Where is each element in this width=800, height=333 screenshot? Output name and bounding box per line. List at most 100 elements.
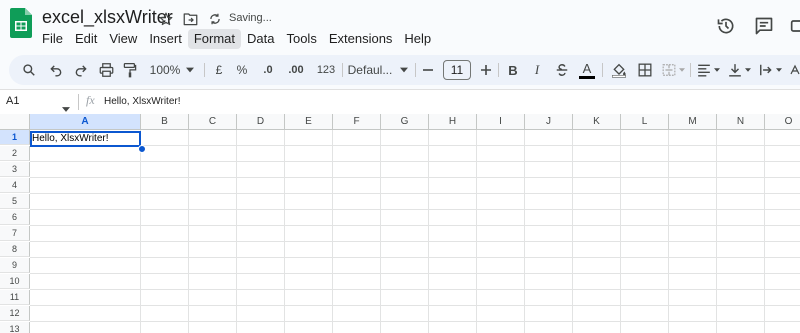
increase-font-size-button[interactable] (477, 55, 495, 85)
column-gridline (188, 130, 189, 333)
text-wrapping-icon[interactable] (756, 55, 784, 85)
row-gridline (30, 321, 800, 322)
menu-tools[interactable]: Tools (280, 29, 322, 49)
name-box[interactable]: A1 (6, 95, 19, 107)
column-header-h[interactable]: H (429, 114, 477, 130)
active-cell-selection[interactable] (30, 131, 141, 147)
more-formats-button[interactable]: 123 (313, 55, 339, 85)
row-gridline (30, 273, 800, 274)
move-to-folder-icon[interactable] (181, 10, 199, 28)
fx-icon: fx (86, 93, 95, 107)
column-header-m[interactable]: M (669, 114, 717, 130)
formula-input[interactable]: Hello, XlsxWriter! (104, 96, 181, 107)
row-header-2[interactable]: 2 (0, 146, 30, 161)
menu-data[interactable]: Data (241, 29, 280, 49)
toolbar-divider (415, 63, 416, 77)
vertical-align-icon[interactable] (725, 55, 753, 85)
fill-color-icon[interactable] (607, 55, 631, 85)
text-color-button[interactable]: A (576, 55, 598, 85)
row-gridline (30, 177, 800, 178)
menu-edit[interactable]: Edit (69, 29, 103, 49)
column-header-i[interactable]: I (477, 114, 525, 130)
row-header-13[interactable]: 13 (0, 322, 30, 333)
percent-format-button[interactable]: % (231, 55, 253, 85)
undo-icon[interactable] (45, 55, 67, 85)
zoom-select[interactable]: 100% (143, 55, 201, 85)
menu-extensions[interactable]: Extensions (323, 29, 399, 49)
column-gridline (140, 130, 141, 333)
menu-help[interactable]: Help (398, 29, 437, 49)
video-call-icon[interactable] (788, 14, 800, 38)
column-header-b[interactable]: B (141, 114, 189, 130)
comment-icon[interactable] (752, 14, 776, 38)
column-gridline (764, 130, 765, 333)
column-header-e[interactable]: E (285, 114, 333, 130)
select-all-corner[interactable] (0, 114, 30, 130)
font-size-input[interactable]: 11 (440, 55, 474, 85)
percent-label: % (236, 63, 248, 77)
row-header-7[interactable]: 7 (0, 226, 30, 241)
increase-decimal-button[interactable]: .00 (282, 55, 310, 85)
text-color-label: A (582, 60, 592, 76)
history-icon[interactable] (714, 14, 738, 38)
column-header-o[interactable]: O (765, 114, 800, 130)
document-title[interactable]: excel_xlsxWriter (42, 7, 173, 28)
bold-button[interactable]: B (503, 55, 523, 85)
row-header-6[interactable]: 6 (0, 210, 30, 225)
column-gridline (332, 130, 333, 333)
chevron-down-icon (400, 67, 409, 73)
text-rotation-icon[interactable] (787, 55, 800, 85)
row-header-12[interactable]: 12 (0, 306, 30, 321)
currency-format-button[interactable]: £ (209, 55, 229, 85)
decrease-font-size-button[interactable] (419, 55, 437, 85)
print-icon[interactable] (95, 55, 117, 85)
column-header-j[interactable]: J (525, 114, 573, 130)
menu-file[interactable]: File (36, 29, 69, 49)
column-gridline (668, 130, 669, 333)
column-gridline (524, 130, 525, 333)
column-header-k[interactable]: K (573, 114, 621, 130)
toolbar-divider (690, 63, 691, 77)
row-header-4[interactable]: 4 (0, 178, 30, 193)
row-header-5[interactable]: 5 (0, 194, 30, 209)
fill-handle[interactable] (138, 145, 146, 153)
star-icon[interactable] (157, 10, 175, 28)
column-header-f[interactable]: F (333, 114, 381, 130)
sync-icon (206, 10, 224, 28)
row-header-1[interactable]: 1 (0, 130, 30, 145)
row-header-9[interactable]: 9 (0, 258, 30, 273)
italic-button[interactable]: I (527, 55, 547, 85)
search-menus-icon[interactable] (17, 55, 41, 85)
bold-label: B (508, 62, 518, 78)
redo-icon[interactable] (70, 55, 92, 85)
chevron-down-icon (775, 68, 782, 72)
column-gridline (476, 130, 477, 333)
strikethrough-icon (556, 64, 568, 76)
column-header-d[interactable]: D (237, 114, 285, 130)
borders-icon[interactable] (634, 55, 656, 85)
row-header-10[interactable]: 10 (0, 274, 30, 289)
horizontal-align-icon[interactable] (694, 55, 722, 85)
menu-bar: File Edit View Insert Format Data Tools Extensi… (36, 29, 437, 49)
column-header-c[interactable]: C (189, 114, 237, 130)
menu-format[interactable]: Format (187, 29, 241, 49)
row-header-11[interactable]: 11 (0, 290, 30, 305)
toolbar: 100% £ % .0 .00 123 Defaul... 11 B I A (9, 55, 800, 85)
paint-format-icon[interactable] (119, 55, 141, 85)
column-header-g[interactable]: G (381, 114, 429, 130)
menu-insert[interactable]: Insert (143, 29, 188, 49)
menu-view[interactable]: View (103, 29, 143, 49)
column-header-l[interactable]: L (621, 114, 669, 130)
strikethrough-button[interactable] (551, 55, 573, 85)
row-header-8[interactable]: 8 (0, 242, 30, 257)
row-header-3[interactable]: 3 (0, 162, 30, 177)
row-gridline (30, 241, 800, 242)
decrease-decimal-button[interactable]: .0 (256, 55, 280, 85)
merge-cells-icon (659, 55, 687, 85)
font-family-value: Defaul... (347, 63, 393, 77)
font-family-select[interactable]: Defaul... (345, 55, 411, 85)
column-header-n[interactable]: N (717, 114, 765, 130)
column-header-a[interactable]: A (30, 114, 141, 130)
row-gridline (30, 161, 800, 162)
sheets-logo[interactable] (10, 8, 32, 38)
